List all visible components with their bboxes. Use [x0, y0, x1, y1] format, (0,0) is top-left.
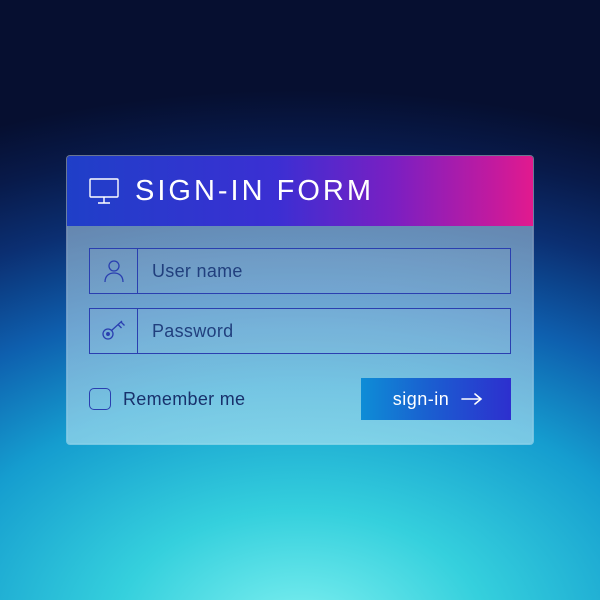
form-title: SIGN-IN FORM: [135, 175, 374, 208]
password-input[interactable]: [138, 309, 510, 353]
username-field[interactable]: [89, 248, 511, 294]
username-input[interactable]: [138, 249, 510, 293]
signin-panel: SIGN-IN FORM: [66, 155, 534, 445]
key-icon: [90, 309, 138, 353]
monitor-icon: [89, 178, 119, 204]
panel-header: SIGN-IN FORM: [67, 156, 533, 226]
user-icon: [90, 249, 138, 293]
remember-me-checkbox[interactable]: Remember me: [89, 388, 245, 410]
signin-button-label: sign-in: [393, 389, 450, 410]
arrow-right-icon: [461, 393, 483, 405]
checkbox-box[interactable]: [89, 388, 111, 410]
password-field[interactable]: [89, 308, 511, 354]
signin-button[interactable]: sign-in: [361, 378, 511, 420]
panel-body: Remember me sign-in: [67, 226, 533, 444]
form-footer: Remember me sign-in: [89, 378, 511, 420]
remember-me-label: Remember me: [123, 389, 245, 410]
